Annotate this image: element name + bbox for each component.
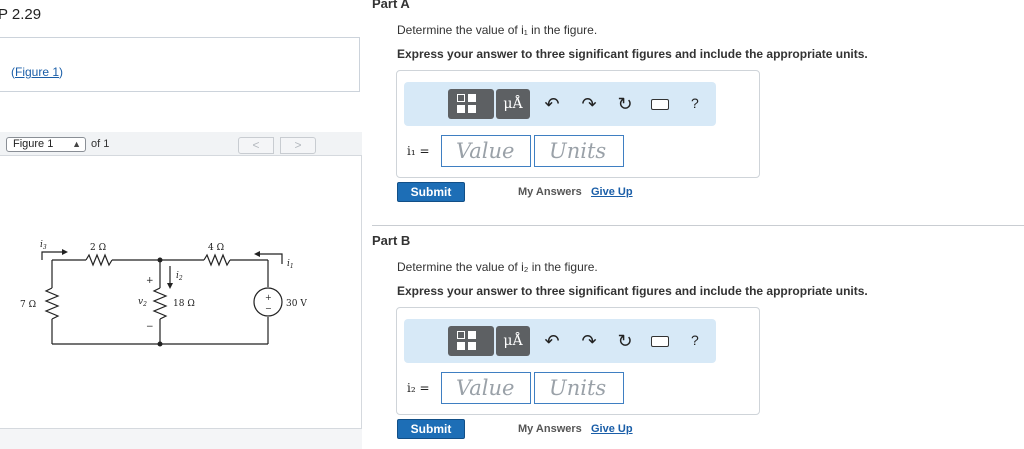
arrowhead <box>167 283 173 289</box>
figure-count: of 1 <box>91 138 110 150</box>
redo-icon[interactable]: ↷ <box>578 93 600 115</box>
arrowhead <box>62 249 68 255</box>
circuit-diagram: i3 2 Ω 4 Ω 7 Ω 18 Ω i1 i2 v2 + − 30 V + … <box>20 240 307 347</box>
resistor-18ohm <box>152 287 168 320</box>
label-v2: v2 <box>138 297 147 308</box>
label-30v: 30 V <box>286 299 307 309</box>
units-button[interactable]: μÅ <box>496 89 530 119</box>
part-b-instruction: Express your answer to three significant… <box>397 284 868 298</box>
keyboard-icon[interactable] <box>651 99 669 110</box>
next-figure-button[interactable]: > <box>280 137 316 154</box>
part-a-units-input[interactable]: Units <box>534 135 624 167</box>
templates-button[interactable] <box>448 326 494 356</box>
part-divider <box>372 225 1024 226</box>
resistor-7ohm <box>44 287 60 320</box>
undo-icon[interactable]: ↶ <box>541 330 563 352</box>
help-icon[interactable]: ? <box>691 95 699 111</box>
label-i2: i2 <box>176 271 183 282</box>
part-b-value-input[interactable]: Value <box>441 372 531 404</box>
part-a-instruction: Express your answer to three significant… <box>397 47 868 61</box>
undo-icon[interactable]: ↶ <box>541 93 563 115</box>
part-a-question: Determine the value of i₁ in the figure. <box>397 23 598 37</box>
help-icon[interactable]: ? <box>691 332 699 348</box>
units-button[interactable]: μÅ <box>496 326 530 356</box>
label-plus: + <box>146 276 154 286</box>
source-minus: − <box>265 304 272 313</box>
i3-arrow <box>41 251 62 260</box>
label-7ohm: 7 Ω <box>20 300 36 310</box>
redo-icon[interactable]: ↷ <box>578 330 600 352</box>
part-a-variable-label: i₁ = <box>407 144 430 158</box>
part-b-submit-button[interactable]: Submit <box>397 419 465 439</box>
figure-select[interactable]: Figure 1 ▲ <box>6 137 86 152</box>
node-dot <box>157 257 163 263</box>
figure-select-value: Figure 1 <box>13 138 54 150</box>
label-i3: i3 <box>40 240 47 251</box>
part-a-heading: Part A <box>372 0 410 11</box>
part-b-my-answers-link[interactable]: My Answers <box>518 423 582 435</box>
part-b-question: Determine the value of i₂ in the figure. <box>397 260 598 274</box>
part-a-give-up-link[interactable]: Give Up <box>591 186 633 198</box>
label-minus: − <box>146 322 154 332</box>
keyboard-icon[interactable] <box>651 336 669 347</box>
arrowhead <box>254 251 260 257</box>
source-plus: + <box>265 293 272 302</box>
previous-figure-button[interactable]: < <box>238 137 274 154</box>
i1-arrow <box>260 253 283 264</box>
part-a-my-answers-link[interactable]: My Answers <box>518 186 582 198</box>
part-b-give-up-link[interactable]: Give Up <box>591 423 633 435</box>
updown-arrows-icon: ▲ <box>72 139 81 149</box>
label-i1: i1 <box>287 259 294 270</box>
part-a-submit-button[interactable]: Submit <box>397 182 465 202</box>
reset-icon[interactable]: ↻ <box>614 330 636 352</box>
resistor-4ohm <box>203 253 231 267</box>
figure-link-text[interactable]: Figure 1 <box>15 65 59 79</box>
part-b-variable-label: i₂ = <box>407 381 430 395</box>
part-b-heading: Part B <box>372 233 411 248</box>
reset-icon[interactable]: ↻ <box>614 93 636 115</box>
resistor-2ohm <box>85 253 113 267</box>
label-18ohm: 18 Ω <box>173 299 195 309</box>
part-b-units-input[interactable]: Units <box>534 372 624 404</box>
figure-link[interactable]: (Figure 1) <box>11 65 63 79</box>
label-2ohm: 2 Ω <box>90 243 106 253</box>
part-a-value-input[interactable]: Value <box>441 135 531 167</box>
label-4ohm: 4 Ω <box>208 243 224 253</box>
problem-title: P 2.29 <box>0 6 42 23</box>
templates-button[interactable] <box>448 89 494 119</box>
node-dot <box>157 341 163 347</box>
